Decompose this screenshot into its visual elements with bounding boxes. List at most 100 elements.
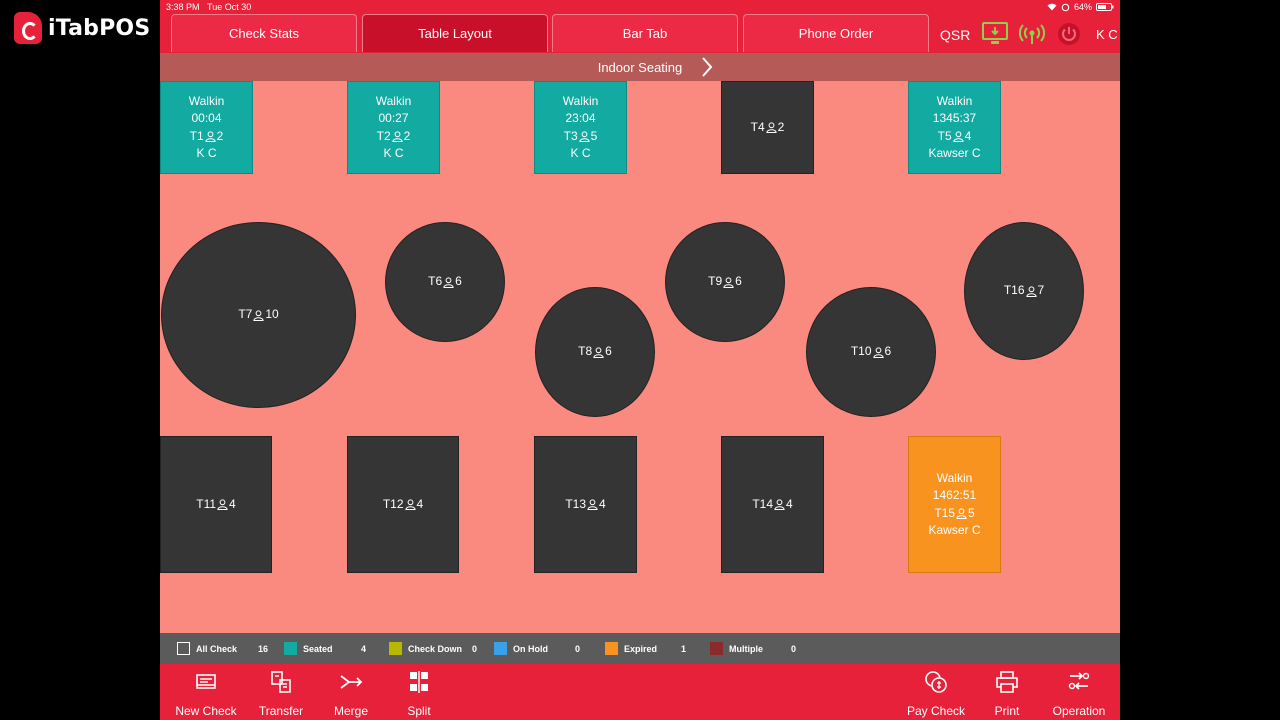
legend-count: 0 <box>472 643 478 654</box>
table-id: T2 <box>376 128 391 143</box>
legend-swatch <box>389 642 402 655</box>
table-server: Kawser C <box>928 523 981 537</box>
table-seats: 4 <box>416 496 424 511</box>
kitchen-display-button[interactable] <box>982 22 1008 46</box>
printer-status-button[interactable] <box>1019 22 1045 46</box>
battery-icon <box>1096 3 1114 11</box>
legend-count: 1 <box>681 643 687 654</box>
battery-percent: 64% <box>1073 2 1092 12</box>
table-id: T14 <box>752 496 773 511</box>
table-t3[interactable]: Walkin 23:04 T3 5 K C <box>534 81 627 174</box>
split-icon <box>410 671 428 693</box>
legend-count: 0 <box>791 643 797 654</box>
action-bar: New Check Transfer Merge Split Pay Check… <box>160 664 1120 720</box>
tab-table-layout[interactable]: Table Layout <box>362 14 548 52</box>
table-t1[interactable]: Walkin 00:04 T1 2 K C <box>160 81 253 174</box>
table-id: T4 <box>750 119 765 134</box>
table-id: T10 <box>850 344 872 359</box>
tab-bar-tab[interactable]: Bar Tab <box>552 14 738 52</box>
merge-button[interactable]: Merge <box>315 670 387 718</box>
wifi-icon <box>1047 3 1057 11</box>
table-seats: 4 <box>229 496 236 511</box>
pos-screen: 3:38 PM Tue Oct 30 64% Check Stats Table… <box>160 0 1120 720</box>
legend-count: 4 <box>361 643 367 654</box>
table-t16[interactable]: T16 7 <box>964 222 1084 360</box>
legend-label: Multiple <box>729 643 763 654</box>
table-id-seats: T16 7 <box>1004 282 1044 300</box>
table-seats: 6 <box>455 274 462 289</box>
table-id-seats: T7 10 <box>238 306 278 324</box>
legend-seated[interactable]: Seated 4 <box>284 642 389 655</box>
operation-button[interactable]: Operation <box>1043 670 1115 718</box>
table-id-seats: T5 4 <box>938 128 972 146</box>
table-id: T16 <box>1003 283 1025 298</box>
table-id-seats: T11 4 <box>196 496 235 514</box>
table-id: T3 <box>563 128 578 143</box>
table-t11[interactable]: T11 4 <box>160 436 272 573</box>
legend-label: Check Down <box>408 643 463 654</box>
table-t9[interactable]: T9 6 <box>665 222 785 342</box>
table-t7[interactable]: T7 10 <box>161 222 356 408</box>
table-server: K C <box>196 146 217 160</box>
power-button[interactable] <box>1056 22 1082 46</box>
operation-label: Operation <box>1052 704 1106 718</box>
legend-label: On Hold <box>513 643 548 654</box>
status-indicators: 64% <box>1047 2 1114 12</box>
table-elapsed-time: 00:27 <box>378 111 409 125</box>
table-seats: 6 <box>605 344 612 359</box>
split-label: Split <box>407 704 431 718</box>
person-icon <box>217 499 228 510</box>
table-t2[interactable]: Walkin 00:27 T2 2 K C <box>347 81 440 174</box>
legend-expired[interactable]: Expired 1 <box>605 642 710 655</box>
table-t6[interactable]: T6 6 <box>385 222 505 342</box>
table-t15[interactable]: Walkin 1462:51 T15 5 Kawser C <box>908 436 1001 573</box>
legend-check-down[interactable]: Check Down 0 <box>389 642 494 655</box>
table-t14[interactable]: T14 4 <box>721 436 824 573</box>
table-seats: 4 <box>599 496 606 511</box>
table-elapsed-time: 1462:51 <box>932 488 977 502</box>
user-initials[interactable]: K C <box>1096 27 1118 42</box>
tab-check-stats[interactable]: Check Stats <box>171 14 357 52</box>
table-id-seats: T10 6 <box>851 343 891 361</box>
table-id: T1 <box>189 128 204 143</box>
table-id-seats: T13 4 <box>565 496 605 514</box>
qsr-button[interactable]: QSR <box>940 27 970 43</box>
split-button[interactable]: Split <box>383 670 455 718</box>
table-server: Kawser C <box>928 146 981 160</box>
table-id: T5 <box>937 128 952 143</box>
person-icon <box>723 276 734 288</box>
legend-multiple[interactable]: Multiple 0 <box>710 642 810 655</box>
table-t12[interactable]: T12 4 <box>347 436 459 573</box>
new-check-button[interactable]: New Check <box>170 670 242 718</box>
table-t13[interactable]: T13 4 <box>534 436 637 573</box>
legend-on-hold[interactable]: On Hold 0 <box>494 642 605 655</box>
table-t4[interactable]: T4 2 <box>721 81 814 174</box>
table-t10[interactable]: T10 6 <box>806 287 936 417</box>
table-id-seats: T4 2 <box>751 119 785 137</box>
table-seats: 4 <box>786 496 793 511</box>
legend-all-check[interactable]: All Check 16 <box>177 642 284 655</box>
broadcast-icon <box>1019 24 1045 44</box>
transfer-button[interactable]: Transfer <box>245 670 317 718</box>
table-id: T7 <box>238 307 253 322</box>
tab-phone-order[interactable]: Phone Order <box>743 14 929 52</box>
chevron-right-icon[interactable] <box>700 56 714 78</box>
table-elapsed-time: 23:04 <box>565 111 596 125</box>
table-seats: 6 <box>735 274 742 289</box>
print-button[interactable]: Print <box>971 670 1043 718</box>
merge-icon <box>340 675 363 689</box>
pay-check-button[interactable]: Pay Check <box>900 670 972 718</box>
table-id-seats: T12 4 <box>383 496 423 514</box>
person-icon <box>872 346 884 358</box>
table-customer: Walkin <box>936 470 973 485</box>
table-seats: 2 <box>777 119 785 134</box>
table-id: T8 <box>578 344 593 359</box>
person-icon <box>392 131 403 142</box>
table-t8[interactable]: T8 6 <box>535 287 655 417</box>
person-icon <box>587 499 598 510</box>
table-id: T11 <box>196 496 217 511</box>
legend-swatch <box>177 642 190 655</box>
table-t5[interactable]: Walkin 1345:37 T5 4 Kawser C <box>908 81 1001 174</box>
table-seats: 5 <box>968 505 975 520</box>
person-icon <box>774 499 785 510</box>
